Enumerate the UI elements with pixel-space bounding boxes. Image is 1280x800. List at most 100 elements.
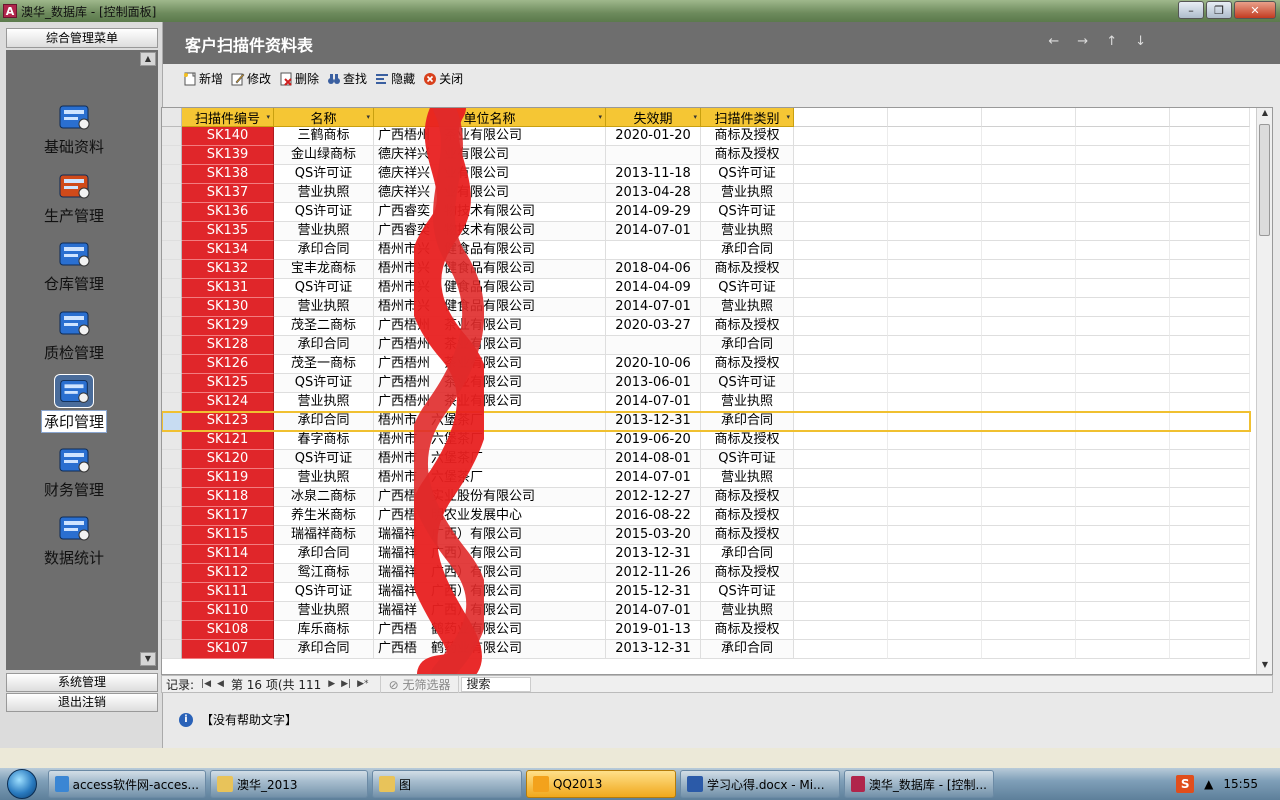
cell-category[interactable]: 商标及授权 (701, 564, 794, 583)
cell-expiry[interactable]: 2020-01-20 (606, 127, 701, 146)
cell-name[interactable]: 宝丰龙商标 (274, 260, 374, 279)
table-row[interactable]: SK130 营业执照 梧州市兴 健食品有限公司 2014-07-01 营业执照 (162, 298, 1250, 317)
cell-category[interactable]: 商标及授权 (701, 260, 794, 279)
row-selector[interactable] (162, 621, 182, 640)
cell-category[interactable]: 商标及授权 (701, 355, 794, 374)
row-selector[interactable] (162, 545, 182, 564)
nav-item-3[interactable]: 仓库管理 (6, 237, 142, 294)
cell-category[interactable]: 承印合同 (701, 336, 794, 355)
cell-code[interactable]: SK119 (182, 469, 274, 488)
add-button[interactable]: 新增 (181, 68, 225, 89)
row-selector[interactable] (162, 507, 182, 526)
cell-unit[interactable]: 梧州市 六堡茶厂 (374, 412, 606, 431)
nav-item-1[interactable]: 基础资料 (6, 100, 142, 157)
table-row[interactable]: SK136 QS许可证 广西睿奕 物技术有限公司 2014-09-29 QS许可证 (162, 203, 1250, 222)
cell-expiry[interactable]: 2014-07-01 (606, 393, 701, 412)
select-all-corner[interactable] (162, 108, 182, 127)
cell-code[interactable]: SK123 (182, 412, 274, 431)
row-selector[interactable] (162, 640, 182, 659)
cell-category[interactable]: QS许可证 (701, 203, 794, 222)
clock[interactable]: 15:55 (1223, 777, 1258, 791)
cell-unit[interactable]: 梧州市 六堡茶厂 (374, 431, 606, 450)
cell-code[interactable]: SK135 (182, 222, 274, 241)
cell-expiry[interactable]: 2014-07-01 (606, 602, 701, 621)
cell-category[interactable]: 营业执照 (701, 602, 794, 621)
cell-code[interactable]: SK126 (182, 355, 274, 374)
table-row[interactable]: SK111 QS许可证 瑞福祥 广西）有限公司 2015-12-31 QS许可证 (162, 583, 1250, 602)
close-button[interactable]: ✕ (1234, 1, 1276, 19)
cell-code[interactable]: SK132 (182, 260, 274, 279)
row-selector[interactable] (162, 222, 182, 241)
taskbar-button[interactable]: 图 (372, 770, 522, 798)
vertical-scrollbar[interactable]: ▲ ▼ (1256, 108, 1272, 674)
table-row[interactable]: SK128 承印合同 广西梧州 茶业有限公司 承印合同 (162, 336, 1250, 355)
cell-name[interactable]: 茂圣一商标 (274, 355, 374, 374)
records-datasheet[interactable]: 扫描件编号 ▾ 名称 ▾ 单位名称 ▾ 失效期 ▾ 扫描件类别 ▾ SK140 三鹤商标 广西… (161, 107, 1273, 675)
cell-unit[interactable]: 瑞福祥 广西）有限公司 (374, 602, 606, 621)
cell-unit[interactable]: 梧州市兴 健食品有限公司 (374, 260, 606, 279)
cell-category[interactable]: 商标及授权 (701, 526, 794, 545)
down-arrow-button[interactable]: ↓ (1135, 34, 1146, 49)
table-row[interactable]: SK138 QS许可证 德庆祥兴 业有限公司 2013-11-18 QS许可证 (162, 165, 1250, 184)
cell-category[interactable]: QS许可证 (701, 279, 794, 298)
system-management-button[interactable]: 系统管理 (6, 673, 158, 692)
row-selector[interactable] (162, 450, 182, 469)
row-selector[interactable] (162, 526, 182, 545)
row-selector[interactable] (162, 279, 182, 298)
cell-expiry[interactable]: 2020-03-27 (606, 317, 701, 336)
table-row[interactable]: SK120 QS许可证 梧州市 六堡茶厂 2014-08-01 QS许可证 (162, 450, 1250, 469)
cell-unit[interactable]: 广西梧州 茶业有限公司 (374, 317, 606, 336)
cell-category[interactable]: QS许可证 (701, 583, 794, 602)
cell-code[interactable]: SK136 (182, 203, 274, 222)
cell-expiry[interactable]: 2012-12-27 (606, 488, 701, 507)
cell-code[interactable]: SK131 (182, 279, 274, 298)
cell-name[interactable]: 养生米商标 (274, 507, 374, 526)
cell-expiry[interactable]: 2013-12-31 (606, 640, 701, 659)
cell-expiry[interactable]: 2020-10-06 (606, 355, 701, 374)
table-row[interactable]: SK137 营业执照 德庆祥兴 业有限公司 2013-04-28 营业执照 (162, 184, 1250, 203)
cell-name[interactable]: 承印合同 (274, 640, 374, 659)
cell-unit[interactable]: 广西梧 鹤药业有限公司 (374, 640, 606, 659)
cell-category[interactable]: QS许可证 (701, 374, 794, 393)
cell-name[interactable]: 承印合同 (274, 336, 374, 355)
column-header-expiry[interactable]: 失效期 ▾ (606, 108, 701, 127)
first-record-button[interactable]: |◀ (198, 679, 214, 689)
taskbar-button[interactable]: 澳华_数据库 - [控制... (844, 770, 994, 798)
cell-unit[interactable]: 梧州市兴 健食品有限公司 (374, 279, 606, 298)
cell-expiry[interactable]: 2013-11-18 (606, 165, 701, 184)
cell-expiry[interactable]: 2013-12-31 (606, 545, 701, 564)
start-button[interactable] (0, 768, 44, 800)
row-selector[interactable] (162, 488, 182, 507)
cell-unit[interactable]: 广西梧 鹤药业有限公司 (374, 621, 606, 640)
cell-name[interactable]: QS许可证 (274, 165, 374, 184)
cell-code[interactable]: SK118 (182, 488, 274, 507)
minimize-button[interactable]: – (1178, 1, 1204, 19)
cell-unit[interactable]: 梧州市兴 健食品有限公司 (374, 298, 606, 317)
nav-item-2[interactable]: 生产管理 (6, 169, 142, 226)
cell-unit[interactable]: 梧州市 六堡茶厂 (374, 450, 606, 469)
cell-name[interactable]: 库乐商标 (274, 621, 374, 640)
cell-category[interactable]: 商标及授权 (701, 507, 794, 526)
cell-code[interactable]: SK130 (182, 298, 274, 317)
cell-name[interactable]: QS许可证 (274, 583, 374, 602)
column-header-name[interactable]: 名称 ▾ (274, 108, 374, 127)
cell-unit[interactable]: 瑞福祥 广西）有限公司 (374, 545, 606, 564)
cell-name[interactable]: 营业执照 (274, 222, 374, 241)
column-header-code[interactable]: 扫描件编号 ▾ (182, 108, 274, 127)
cell-unit[interactable]: 德庆祥兴 业有限公司 (374, 165, 606, 184)
cell-expiry[interactable]: 2013-04-28 (606, 184, 701, 203)
cell-expiry[interactable] (606, 146, 701, 165)
table-row[interactable]: SK124 营业执照 广西梧州 茶业有限公司 2014-07-01 营业执照 (162, 393, 1250, 412)
cell-expiry[interactable]: 2014-07-01 (606, 222, 701, 241)
table-row[interactable]: SK119 营业执照 梧州市 六堡茶厂 2014-07-01 营业执照 (162, 469, 1250, 488)
row-selector[interactable] (162, 374, 182, 393)
cell-code[interactable]: SK117 (182, 507, 274, 526)
cell-code[interactable]: SK134 (182, 241, 274, 260)
cell-unit[interactable]: 广西梧州 茶业有限公司 (374, 355, 606, 374)
cell-category[interactable]: 营业执照 (701, 222, 794, 241)
cell-unit[interactable]: 广西梧 明农业发展中心 (374, 507, 606, 526)
cell-name[interactable]: 承印合同 (274, 241, 374, 260)
new-record-button[interactable]: ▶* (354, 679, 371, 689)
table-row[interactable]: SK140 三鹤商标 广西梧州 茶业有限公司 2020-01-20 商标及授权 (162, 127, 1250, 146)
taskbar-button[interactable]: access软件网-acces... (48, 770, 206, 798)
